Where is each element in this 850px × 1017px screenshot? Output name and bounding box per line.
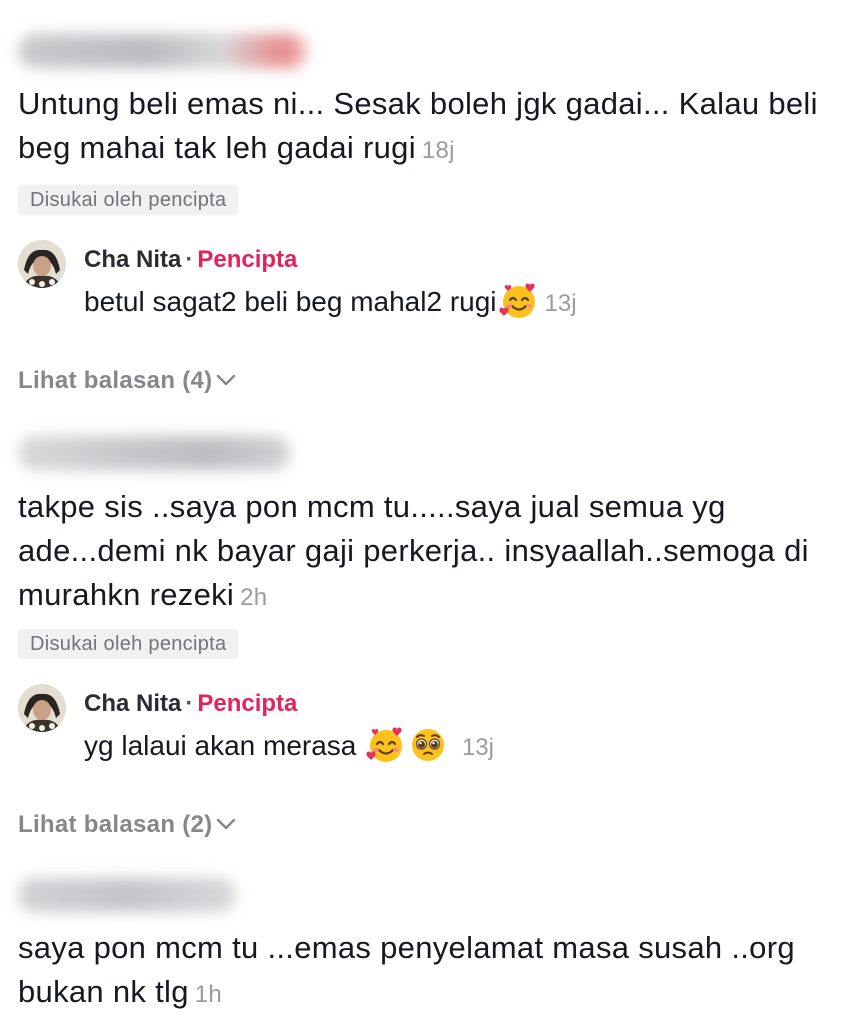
reply-author-line: Cha Nita · Pencipta bbox=[84, 688, 297, 720]
view-replies-label: Lihat balasan (2) bbox=[18, 811, 213, 838]
reply-body: yg lalaui akan merasa bbox=[84, 730, 357, 761]
smiling-face-with-hearts-icon bbox=[366, 725, 406, 765]
chevron-down-icon bbox=[214, 812, 238, 836]
separator-dot: · bbox=[185, 690, 194, 717]
creator-reply: Cha Nita · Pencipta yg lalaui akan merasa bbox=[18, 684, 838, 774]
reply-body: betul sagat2 beli beg mahal2 rugi bbox=[84, 286, 497, 317]
comment-time: 1h bbox=[194, 981, 223, 1008]
view-replies-button[interactable]: Lihat balasan (2) bbox=[18, 809, 238, 841]
blurred-username[interactable] bbox=[18, 436, 290, 470]
comment-body: saya pon mcm tu ...emas penyelamat masa … bbox=[18, 930, 795, 1009]
blurred-username[interactable] bbox=[18, 34, 308, 68]
view-replies-button[interactable]: Lihat balasan (4) bbox=[18, 365, 238, 397]
avatar[interactable] bbox=[18, 240, 66, 288]
liked-by-creator-badge: Disukai oleh pencipta bbox=[18, 629, 239, 659]
view-replies-label: Lihat balasan (4) bbox=[18, 367, 213, 394]
comment-text: Untung beli emas ni... Sesak boleh jgk g… bbox=[18, 82, 838, 173]
reply-time: 13j bbox=[544, 290, 577, 317]
reply-author-line: Cha Nita · Pencipta bbox=[84, 244, 297, 276]
smiling-face-with-hearts-icon bbox=[498, 281, 539, 321]
comment-body: Untung beli emas ni... Sesak boleh jgk g… bbox=[18, 86, 818, 165]
creator-reply: Cha Nita · Pencipta betul sagat2 beli beg … bbox=[18, 240, 838, 330]
pleading-face-icon bbox=[408, 725, 448, 765]
reply-author-name[interactable]: Cha Nita bbox=[84, 690, 181, 717]
reply-time: 13j bbox=[461, 734, 494, 761]
reply-text: yg lalaui akan merasa 13j bbox=[84, 726, 494, 768]
comment-text: saya pon mcm tu ...emas penyelamat masa … bbox=[18, 926, 838, 1017]
chevron-down-icon bbox=[214, 368, 238, 392]
comment-body: takpe sis ..saya pon mcm tu.....saya jua… bbox=[18, 489, 809, 612]
liked-by-creator-badge: Disukai oleh pencipta bbox=[18, 185, 239, 215]
reply-author-name[interactable]: Cha Nita bbox=[84, 246, 181, 273]
separator-dot: · bbox=[185, 246, 194, 273]
avatar[interactable] bbox=[18, 684, 66, 732]
comment-time: 2h bbox=[240, 584, 268, 611]
creator-badge: Pencipta bbox=[197, 690, 298, 717]
reply-text: betul sagat2 beli beg mahal2 rugi 13j bbox=[84, 282, 577, 324]
blurred-username[interactable] bbox=[18, 878, 236, 912]
creator-badge: Pencipta bbox=[197, 246, 298, 273]
comment-time: 18j bbox=[421, 137, 455, 164]
comment-text: takpe sis ..saya pon mcm tu.....saya jua… bbox=[18, 485, 838, 620]
